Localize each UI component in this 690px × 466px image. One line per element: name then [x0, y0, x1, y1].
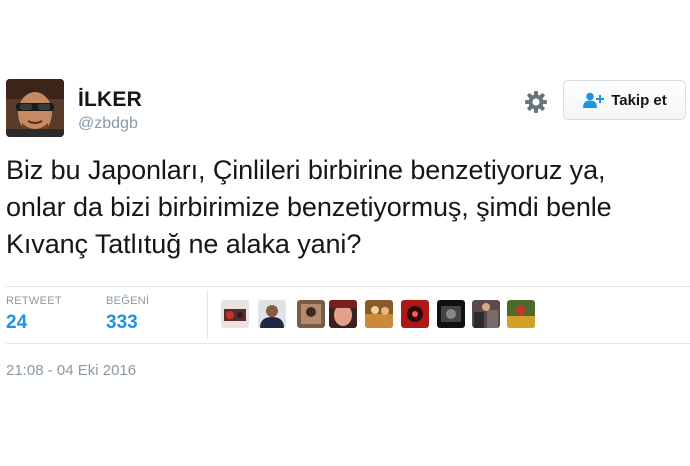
retweet-stat[interactable]: RETWEET 24 [6, 295, 62, 334]
like-stat[interactable]: BEĞENİ 333 [106, 295, 149, 334]
liker-avatar[interactable] [507, 300, 535, 328]
tweet-text-line: Kıvanç Tatlıtuğ ne alaka yani? [6, 229, 362, 259]
retweet-label: RETWEET [6, 295, 62, 307]
liker-avatar[interactable] [401, 300, 429, 328]
tweet-text-line: onlar da bizi birbirimize benzetiyormuş,… [6, 192, 612, 222]
tweet-text-line: Biz bu Japonları, Çinlileri birbirine be… [6, 155, 606, 185]
tweet-text: Biz bu Japonları, Çinlileri birbirine be… [6, 152, 690, 263]
like-count[interactable]: 333 [106, 312, 149, 334]
follow-button[interactable]: Takip et [563, 80, 686, 120]
add-user-icon [583, 92, 605, 108]
divider [6, 343, 690, 344]
liker-avatar[interactable] [258, 300, 286, 328]
liker-avatar[interactable] [472, 300, 500, 328]
gear-icon[interactable] [524, 90, 548, 114]
liker-avatar[interactable] [437, 300, 465, 328]
tweet-card: İLKER @zbdgb Takip et Biz bu Japonları, … [0, 0, 690, 466]
avatar[interactable] [6, 79, 64, 137]
stats-separator [207, 290, 208, 340]
user-handle[interactable]: @zbdgb [78, 115, 138, 133]
liker-avatar[interactable] [329, 300, 357, 328]
liker-avatar[interactable] [221, 300, 249, 328]
divider [6, 286, 690, 287]
like-label: BEĞENİ [106, 295, 150, 307]
retweet-count[interactable]: 24 [6, 312, 62, 334]
tweet-timestamp[interactable]: 21:08 - 04 Eki 2016 [6, 362, 136, 379]
display-name[interactable]: İLKER [78, 88, 142, 112]
liker-avatar[interactable] [365, 300, 393, 328]
liker-avatar[interactable] [297, 300, 325, 328]
follow-button-label: Takip et [611, 91, 667, 109]
